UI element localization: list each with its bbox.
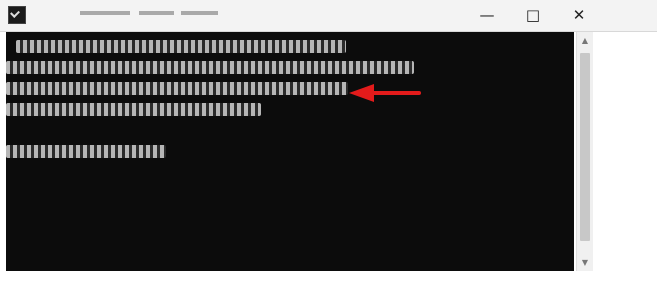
window-title: [80, 11, 130, 15]
obscured-text: [6, 61, 414, 74]
terminal-window: — □ ✕ ▲ ▼: [0, 0, 657, 283]
obscured-text: [6, 103, 261, 116]
vertical-scrollbar[interactable]: ▲ ▼: [576, 32, 593, 271]
window-title-fragment: [139, 11, 174, 15]
window-title-fragment: [181, 11, 218, 15]
red-arrow-icon: [349, 84, 421, 102]
arrow-head: [349, 84, 374, 102]
minimize-button[interactable]: —: [464, 0, 510, 31]
obscured-text: [6, 82, 348, 95]
terminal-output[interactable]: [6, 32, 574, 271]
terminal-icon: [8, 6, 26, 24]
title-bar[interactable]: — □ ✕: [0, 0, 657, 32]
window-right-gutter: [593, 32, 657, 283]
terminal-prompt[interactable]: [6, 141, 574, 162]
terminal-line: [6, 99, 574, 120]
scroll-down-arrow-icon[interactable]: ▼: [577, 254, 593, 271]
obscured-prompt-text: [6, 145, 166, 158]
close-button[interactable]: ✕: [556, 0, 602, 31]
terminal-line: [6, 78, 574, 99]
maximize-button[interactable]: □: [510, 0, 556, 31]
terminal-line: [6, 57, 574, 78]
terminal-line: [6, 36, 574, 57]
scroll-thumb[interactable]: [580, 53, 590, 241]
window-bottom-gutter: [0, 271, 593, 283]
obscured-text: [16, 40, 346, 53]
scroll-up-arrow-icon[interactable]: ▲: [577, 32, 593, 49]
